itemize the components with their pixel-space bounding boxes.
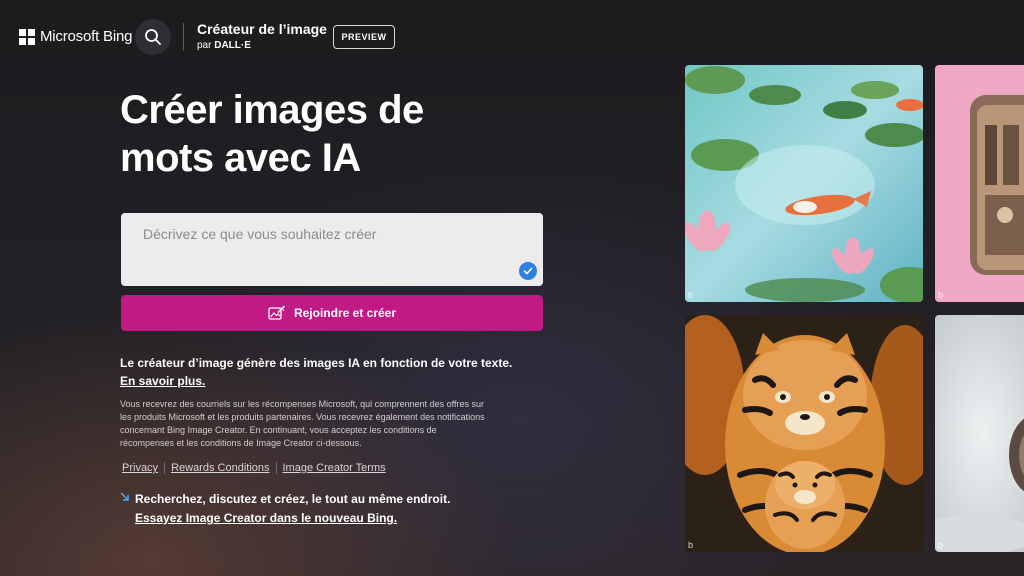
header: Microsoft Bing Créateur de l’image par D… xyxy=(0,0,1024,72)
bing-badge-icon: b xyxy=(938,290,944,300)
gallery-image-ring[interactable]: b xyxy=(935,315,1024,552)
microsoft-bing-logo[interactable]: Microsoft Bing xyxy=(19,28,132,45)
gallery-image-koi-pond[interactable]: b xyxy=(685,65,923,302)
retro-device-image xyxy=(935,65,1024,302)
preview-badge[interactable]: PREVIEW xyxy=(333,25,395,49)
search-icon xyxy=(145,29,161,45)
learn-more-link[interactable]: En savoir plus. xyxy=(120,374,205,388)
try-new-bing-link[interactable]: Essayez Image Creator dans le nouveau Bi… xyxy=(135,511,397,525)
join-and-create-button[interactable]: Rejoindre et créer xyxy=(121,295,543,331)
subtitle-brand: DALL·E xyxy=(214,40,251,51)
page-title: Créer images de mots avec IA xyxy=(120,88,424,180)
app-title: Créateur de l’image xyxy=(197,21,327,37)
bing-badge-icon: b xyxy=(688,540,694,550)
tiger-dolls-image xyxy=(685,315,923,552)
brand-name: Microsoft Bing xyxy=(40,28,133,45)
microsoft-logo-icon xyxy=(19,28,35,45)
link-separator xyxy=(275,462,277,474)
prompt-input[interactable] xyxy=(121,213,543,286)
promo: Recherchez, discutez et créez, le tout a… xyxy=(135,490,515,528)
bing-badge-icon: b xyxy=(688,290,694,300)
header-divider xyxy=(183,23,184,51)
footer-links: Privacy Rewards Conditions Image Creator… xyxy=(122,462,386,474)
image-creator-terms-link[interactable]: Image Creator Terms xyxy=(283,462,386,474)
arrow-icon xyxy=(120,490,131,508)
gallery-image-retro-device[interactable]: b xyxy=(935,65,1024,302)
promo-text: Recherchez, discutez et créez, le tout a… xyxy=(135,492,451,506)
check-icon xyxy=(519,262,537,280)
ring-image xyxy=(935,315,1024,552)
prompt-box xyxy=(121,213,543,286)
join-and-create-label: Rejoindre et créer xyxy=(293,306,397,320)
description: Le créateur d’image génère des images IA… xyxy=(120,354,520,390)
fine-print: Vous recevrez des courriels sur les réco… xyxy=(120,399,485,448)
bing-badge-icon: b xyxy=(938,540,944,550)
privacy-link[interactable]: Privacy xyxy=(122,462,158,474)
search-button[interactable] xyxy=(135,19,171,55)
create-icon xyxy=(268,305,286,321)
description-text: Le créateur d’image génère des images IA… xyxy=(120,356,513,370)
gallery-image-tiger-dolls[interactable]: b xyxy=(685,315,923,552)
rewards-conditions-link[interactable]: Rewards Conditions xyxy=(171,462,269,474)
subtitle-prefix: par xyxy=(197,40,212,51)
koi-pond-image xyxy=(685,65,923,302)
link-separator xyxy=(164,462,166,474)
app-subtitle: par DALL·E xyxy=(197,40,251,51)
